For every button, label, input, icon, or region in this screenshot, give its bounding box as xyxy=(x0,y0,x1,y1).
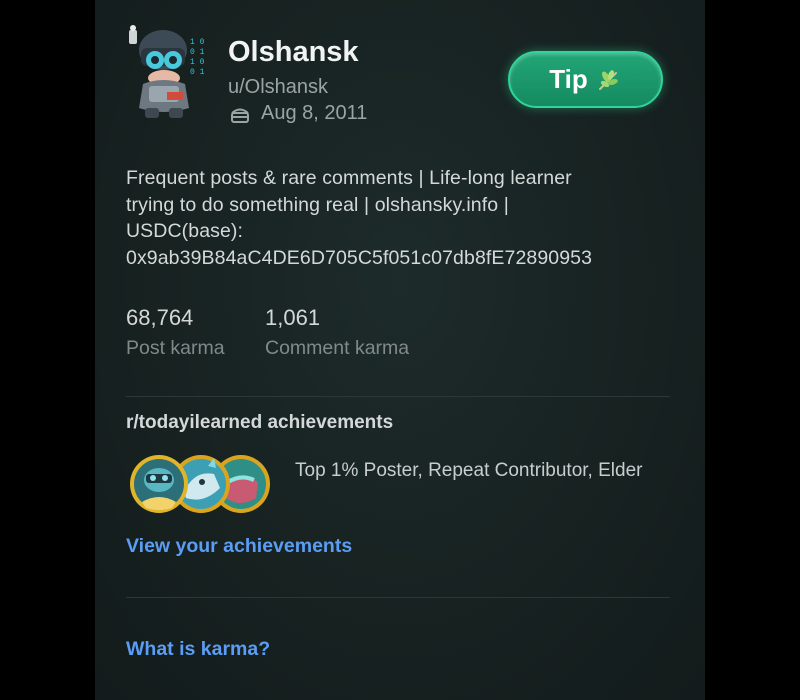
comment-karma: 1,061 Comment karma xyxy=(265,305,409,360)
view-achievements-link[interactable]: View your achievements xyxy=(126,535,352,558)
leaf-icon xyxy=(598,69,618,90)
achievement-badges[interactable] xyxy=(128,452,273,516)
post-karma: 68,764 Post karma xyxy=(126,305,225,360)
divider xyxy=(126,597,670,598)
display-name: Olshansk xyxy=(228,36,359,68)
username-handle: u/Olshansk xyxy=(228,76,329,98)
badge-top-poster-icon xyxy=(130,455,188,513)
post-karma-label: Post karma xyxy=(126,337,225,359)
svg-text:0 1: 0 1 xyxy=(190,48,205,57)
profile-bio: Frequent posts & rare comments | Life-lo… xyxy=(126,167,593,269)
cake-day-date: Aug 8, 2011 xyxy=(261,102,368,124)
comment-karma-value: 1,061 xyxy=(265,305,321,330)
tip-button-label: Tip xyxy=(549,64,588,94)
what-is-karma-link[interactable]: What is karma? xyxy=(126,638,270,661)
svg-text:1 0: 1 0 xyxy=(190,58,205,67)
profile-panel: 1 0 0 1 1 0 0 1 Olshansk u/Olshansk Aug … xyxy=(95,0,705,700)
svg-text:0 1: 0 1 xyxy=(190,68,205,77)
divider xyxy=(126,396,670,397)
achievements-title: r/todayilearned achievements xyxy=(126,412,394,433)
cake-icon xyxy=(231,108,249,123)
tip-button[interactable]: Tip xyxy=(508,51,663,108)
comment-karma-label: Comment karma xyxy=(265,337,410,359)
achievements-list: Top 1% Poster, Repeat Contributor, Elder xyxy=(295,460,643,481)
avatar-icon[interactable]: 1 0 0 1 1 0 0 1 xyxy=(127,22,213,122)
svg-text:1 0: 1 0 xyxy=(190,38,205,47)
post-karma-value: 68,764 xyxy=(126,305,194,330)
